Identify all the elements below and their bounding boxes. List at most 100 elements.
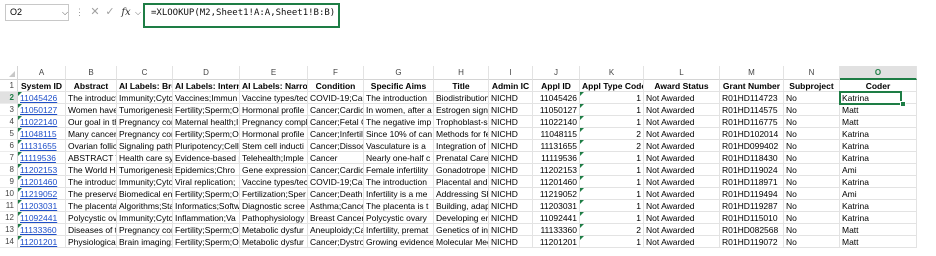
table-cell[interactable]: Many cancer t — [66, 128, 117, 140]
table-cell[interactable]: Ovarian follicl — [66, 140, 117, 152]
table-cell[interactable]: 11133360 — [18, 224, 66, 236]
table-cell[interactable]: 1 — [580, 164, 644, 176]
table-cell[interactable]: Evidence-based p — [173, 152, 240, 164]
table-cell[interactable]: 11045426 — [533, 92, 580, 104]
table-cell[interactable]: Fertility;Sperm;O — [173, 104, 240, 116]
column-header-a[interactable]: A — [18, 66, 66, 80]
table-cell[interactable]: Polycystic ova — [66, 212, 117, 224]
table-cell[interactable]: No — [784, 92, 840, 104]
row-header[interactable]: 2 — [0, 92, 18, 104]
table-cell[interactable]: The World Hea — [66, 164, 117, 176]
chevron-down-icon[interactable]: ⌵ — [60, 4, 70, 21]
table-cell[interactable]: Pregnancy comp — [117, 128, 173, 140]
column-header-i[interactable]: I — [489, 66, 533, 80]
row-header[interactable]: 10 — [0, 188, 18, 200]
header-cell[interactable]: Abstract — [66, 80, 117, 92]
table-cell[interactable]: R01HD082568 — [720, 224, 784, 236]
table-cell[interactable]: Not Awarded — [644, 164, 720, 176]
table-cell[interactable]: Katrina — [840, 128, 917, 140]
table-cell[interactable]: Integration of t — [434, 140, 489, 152]
table-cell[interactable]: Not Awarded — [644, 236, 720, 248]
column-header-e[interactable]: E — [240, 66, 308, 80]
table-cell[interactable]: Immunity;Cytokir — [117, 92, 173, 104]
table-cell[interactable]: No — [784, 212, 840, 224]
table-cell[interactable]: Pluripotency;Cell — [173, 140, 240, 152]
table-cell[interactable]: 1 — [580, 236, 644, 248]
table-cell[interactable]: Tumorigenesis;C — [117, 164, 173, 176]
table-cell[interactable]: NICHD — [489, 236, 533, 248]
table-cell[interactable]: Diseases of th — [66, 224, 117, 236]
table-cell[interactable]: Biomedical engir — [117, 188, 173, 200]
table-cell[interactable]: Asthma;Cancer — [308, 200, 364, 212]
header-cell[interactable]: AI Labels: Intermed — [173, 80, 240, 92]
row-header[interactable]: 5 — [0, 128, 18, 140]
table-cell[interactable]: R01HD118430 — [720, 152, 784, 164]
header-cell[interactable]: AI Labels: Narrow — [240, 80, 308, 92]
table-cell[interactable]: 11203031 — [533, 200, 580, 212]
header-cell[interactable]: Appl ID — [533, 80, 580, 92]
table-cell[interactable]: NICHD — [489, 92, 533, 104]
table-cell[interactable]: No — [784, 176, 840, 188]
table-cell[interactable]: Stem cell inducti — [240, 140, 308, 152]
table-cell[interactable]: R01HD114723 — [720, 92, 784, 104]
table-cell[interactable]: Building, adap — [434, 200, 489, 212]
table-cell[interactable]: NICHD — [489, 116, 533, 128]
table-cell[interactable]: Matt — [840, 116, 917, 128]
table-cell[interactable]: R01HD118971 — [720, 176, 784, 188]
column-header-l[interactable]: L — [644, 66, 720, 80]
table-cell[interactable]: R01HD099402 — [720, 140, 784, 152]
check-icon[interactable]: ✓ — [103, 4, 117, 21]
table-cell[interactable]: Hormonal profile — [240, 128, 308, 140]
table-cell[interactable]: Since 10% of can — [364, 128, 434, 140]
column-header-d[interactable]: D — [173, 66, 240, 80]
table-cell[interactable]: Matt — [840, 236, 917, 248]
table-cell[interactable]: Not Awarded — [644, 92, 720, 104]
table-cell[interactable]: Fertility;Sperm;O — [173, 224, 240, 236]
table-cell[interactable]: Vaccines;Immun — [173, 92, 240, 104]
table-cell[interactable]: Polycystic ovary — [364, 212, 434, 224]
table-cell[interactable]: Not Awarded — [644, 212, 720, 224]
table-cell[interactable]: The introduction — [364, 92, 434, 104]
table-cell[interactable]: 1 — [580, 200, 644, 212]
table-cell[interactable]: 11022140 — [533, 116, 580, 128]
header-cell[interactable]: Appl Type Code — [580, 80, 644, 92]
table-cell[interactable]: 1 — [580, 116, 644, 128]
table-cell[interactable]: NICHD — [489, 140, 533, 152]
table-cell[interactable]: Signaling pathwa — [117, 140, 173, 152]
table-cell[interactable]: The introducti — [66, 176, 117, 188]
table-cell[interactable]: 1 — [580, 104, 644, 116]
table-cell[interactable]: Hormonal profile — [240, 104, 308, 116]
table-cell[interactable]: 11022140 — [18, 116, 66, 128]
table-cell[interactable]: 11119536 — [533, 152, 580, 164]
table-cell[interactable]: 11131655 — [533, 140, 580, 152]
table-cell[interactable]: Katrina — [840, 200, 917, 212]
row-header[interactable]: 12 — [0, 212, 18, 224]
table-cell[interactable]: Not Awarded — [644, 188, 720, 200]
header-cell[interactable]: Admin IC — [489, 80, 533, 92]
table-cell[interactable]: 11203031 — [18, 200, 66, 212]
table-cell[interactable]: No — [784, 236, 840, 248]
chevron-down-icon[interactable]: ⌵ — [135, 4, 141, 21]
table-cell[interactable]: 11201460 — [18, 176, 66, 188]
table-cell[interactable]: Trophoblast-s — [434, 116, 489, 128]
table-cell[interactable]: Molecular Mec — [434, 236, 489, 248]
table-cell[interactable]: 11050127 — [533, 104, 580, 116]
table-cell[interactable]: 11048115 — [18, 128, 66, 140]
table-cell[interactable]: Katrina — [840, 140, 917, 152]
table-cell[interactable]: Not Awarded — [644, 140, 720, 152]
table-cell[interactable]: Immunity;Cytokir — [117, 176, 173, 188]
table-cell[interactable]: Cancer — [308, 152, 364, 164]
header-cell[interactable]: Grant Number — [720, 80, 784, 92]
column-header-g[interactable]: G — [364, 66, 434, 80]
table-cell[interactable]: Cancer;Cardio — [308, 164, 364, 176]
table-cell[interactable]: NICHD — [489, 224, 533, 236]
table-cell[interactable]: Ami — [840, 188, 917, 200]
column-header-k[interactable]: K — [580, 66, 644, 80]
table-cell[interactable]: The introduction — [364, 176, 434, 188]
table-cell[interactable]: Estrogen signa — [434, 104, 489, 116]
table-cell[interactable]: Physiological — [66, 236, 117, 248]
formula-input[interactable]: =XLOOKUP(M2,Sheet1!A:A,Sheet1!B:B) — [143, 3, 340, 28]
vertical-dots-icon[interactable]: ⋮ — [75, 4, 84, 21]
table-cell[interactable]: Infertility, premat — [364, 224, 434, 236]
table-cell[interactable]: 1 — [580, 152, 644, 164]
